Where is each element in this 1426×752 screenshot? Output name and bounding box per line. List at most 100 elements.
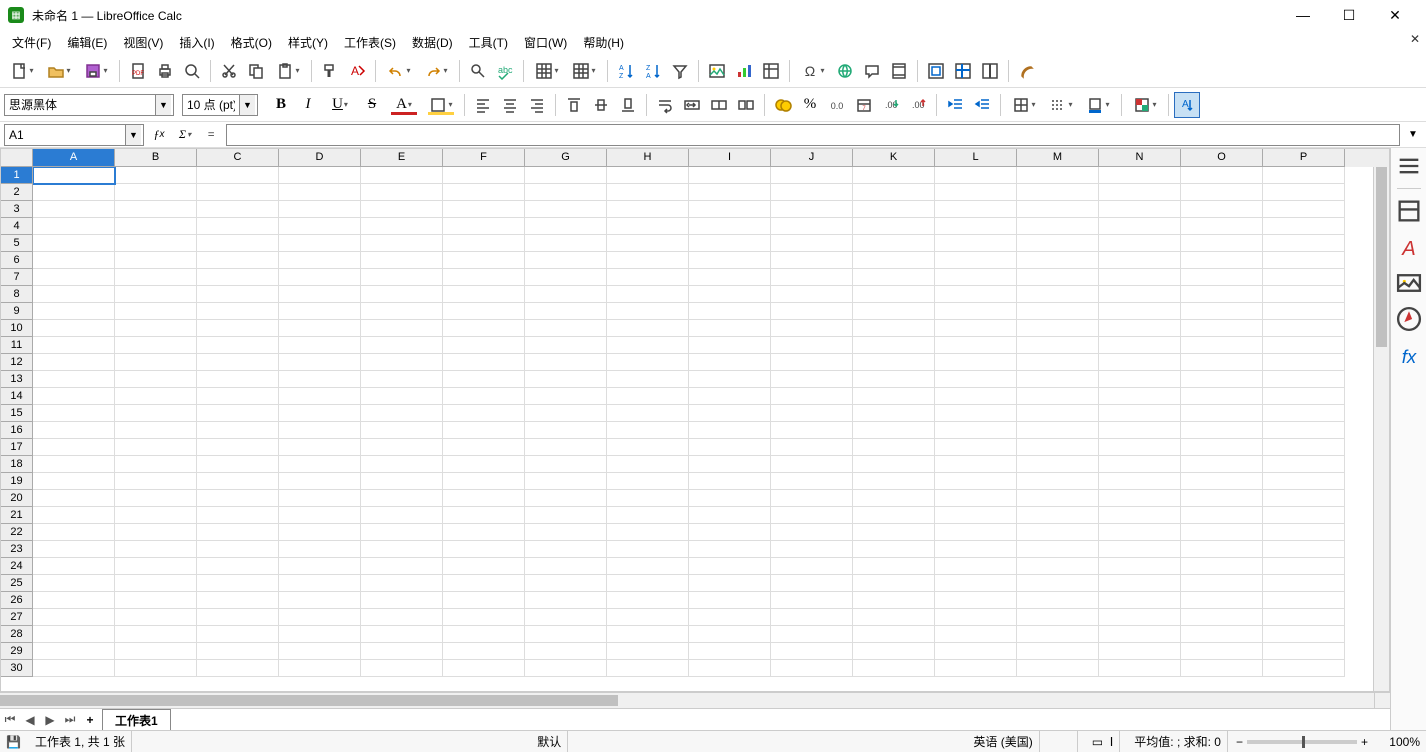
cell[interactable] [689, 643, 771, 660]
cell[interactable] [1263, 490, 1345, 507]
cell[interactable] [771, 303, 853, 320]
cell[interactable] [1263, 541, 1345, 558]
cell[interactable] [853, 643, 935, 660]
close-button[interactable]: ✕ [1372, 0, 1418, 30]
align-bottom-icon[interactable] [615, 92, 641, 118]
cell[interactable] [853, 422, 935, 439]
cell[interactable] [33, 354, 115, 371]
row-header[interactable]: 15 [1, 405, 33, 422]
cell[interactable] [525, 660, 607, 677]
cell[interactable] [771, 286, 853, 303]
cell[interactable] [197, 473, 279, 490]
cell[interactable] [115, 643, 197, 660]
cell[interactable] [525, 252, 607, 269]
cell[interactable] [443, 235, 525, 252]
cell[interactable] [607, 184, 689, 201]
cell[interactable] [1099, 626, 1181, 643]
cell[interactable] [607, 201, 689, 218]
cell[interactable] [689, 320, 771, 337]
cell[interactable] [1017, 456, 1099, 473]
cell[interactable] [115, 439, 197, 456]
align-middle-icon[interactable] [588, 92, 614, 118]
cell[interactable] [443, 303, 525, 320]
column-header[interactable]: P [1263, 149, 1345, 167]
chevron-down-icon[interactable]: ▼ [155, 95, 171, 115]
cell[interactable] [1263, 439, 1345, 456]
vertical-scrollbar[interactable] [1373, 167, 1389, 691]
row-header[interactable]: 16 [1, 422, 33, 439]
cell[interactable] [689, 235, 771, 252]
cell[interactable] [1181, 303, 1263, 320]
cell[interactable] [525, 371, 607, 388]
cell[interactable] [607, 269, 689, 286]
cell[interactable] [279, 490, 361, 507]
menu-10[interactable]: 帮助(H) [575, 32, 632, 53]
formula-input[interactable] [226, 124, 1400, 146]
cell[interactable] [771, 592, 853, 609]
cell[interactable] [607, 252, 689, 269]
cell[interactable] [1099, 609, 1181, 626]
cell[interactable] [115, 541, 197, 558]
cell[interactable] [1017, 167, 1099, 184]
comment-icon[interactable] [859, 58, 885, 84]
cell[interactable] [443, 286, 525, 303]
borders-icon[interactable]: ▾ [1006, 92, 1042, 118]
cell[interactable] [771, 439, 853, 456]
cell[interactable] [1181, 422, 1263, 439]
cell[interactable] [1263, 609, 1345, 626]
special-char-icon[interactable]: Ω▾ [795, 58, 831, 84]
cell[interactable] [33, 337, 115, 354]
cell[interactable] [1017, 575, 1099, 592]
print-icon[interactable] [152, 58, 178, 84]
row-header[interactable]: 25 [1, 575, 33, 592]
cell[interactable] [197, 184, 279, 201]
cell[interactable] [1017, 337, 1099, 354]
row-header[interactable]: 26 [1, 592, 33, 609]
cell[interactable] [33, 626, 115, 643]
cell[interactable] [1017, 439, 1099, 456]
cell[interactable] [197, 252, 279, 269]
cell[interactable] [1017, 286, 1099, 303]
cell[interactable] [1263, 592, 1345, 609]
minimize-button[interactable]: — [1280, 0, 1326, 30]
cell[interactable] [853, 286, 935, 303]
cell[interactable] [525, 388, 607, 405]
define-range-icon[interactable] [923, 58, 949, 84]
cell[interactable] [689, 405, 771, 422]
cell[interactable] [1263, 354, 1345, 371]
cell[interactable] [197, 524, 279, 541]
cell[interactable] [361, 388, 443, 405]
cell[interactable] [197, 388, 279, 405]
cell[interactable] [689, 626, 771, 643]
cell[interactable] [197, 626, 279, 643]
cell[interactable] [361, 439, 443, 456]
cell[interactable] [853, 303, 935, 320]
cell[interactable] [443, 252, 525, 269]
cell[interactable] [1181, 660, 1263, 677]
column-header[interactable]: F [443, 149, 525, 167]
cell[interactable] [935, 167, 1017, 184]
cell[interactable] [33, 422, 115, 439]
cell[interactable] [935, 626, 1017, 643]
cell[interactable] [771, 558, 853, 575]
column-header[interactable]: E [361, 149, 443, 167]
cell[interactable] [1099, 269, 1181, 286]
spellcheck-icon[interactable]: abc [492, 58, 518, 84]
cell[interactable] [1181, 218, 1263, 235]
cell[interactable] [33, 609, 115, 626]
cell[interactable] [361, 337, 443, 354]
cell[interactable] [607, 439, 689, 456]
cell[interactable] [197, 320, 279, 337]
cell[interactable] [279, 235, 361, 252]
sidebar-menu-icon[interactable] [1395, 152, 1423, 180]
cell[interactable] [1099, 643, 1181, 660]
cell[interactable] [689, 541, 771, 558]
row-header[interactable]: 12 [1, 354, 33, 371]
functions-panel-icon[interactable]: fx [1395, 341, 1423, 369]
clone-formatting-icon[interactable] [317, 58, 343, 84]
cell[interactable] [1263, 422, 1345, 439]
insert-image-icon[interactable] [704, 58, 730, 84]
cell[interactable] [1181, 371, 1263, 388]
zoom-percent[interactable]: 100% [1376, 735, 1420, 749]
cell[interactable] [1263, 218, 1345, 235]
